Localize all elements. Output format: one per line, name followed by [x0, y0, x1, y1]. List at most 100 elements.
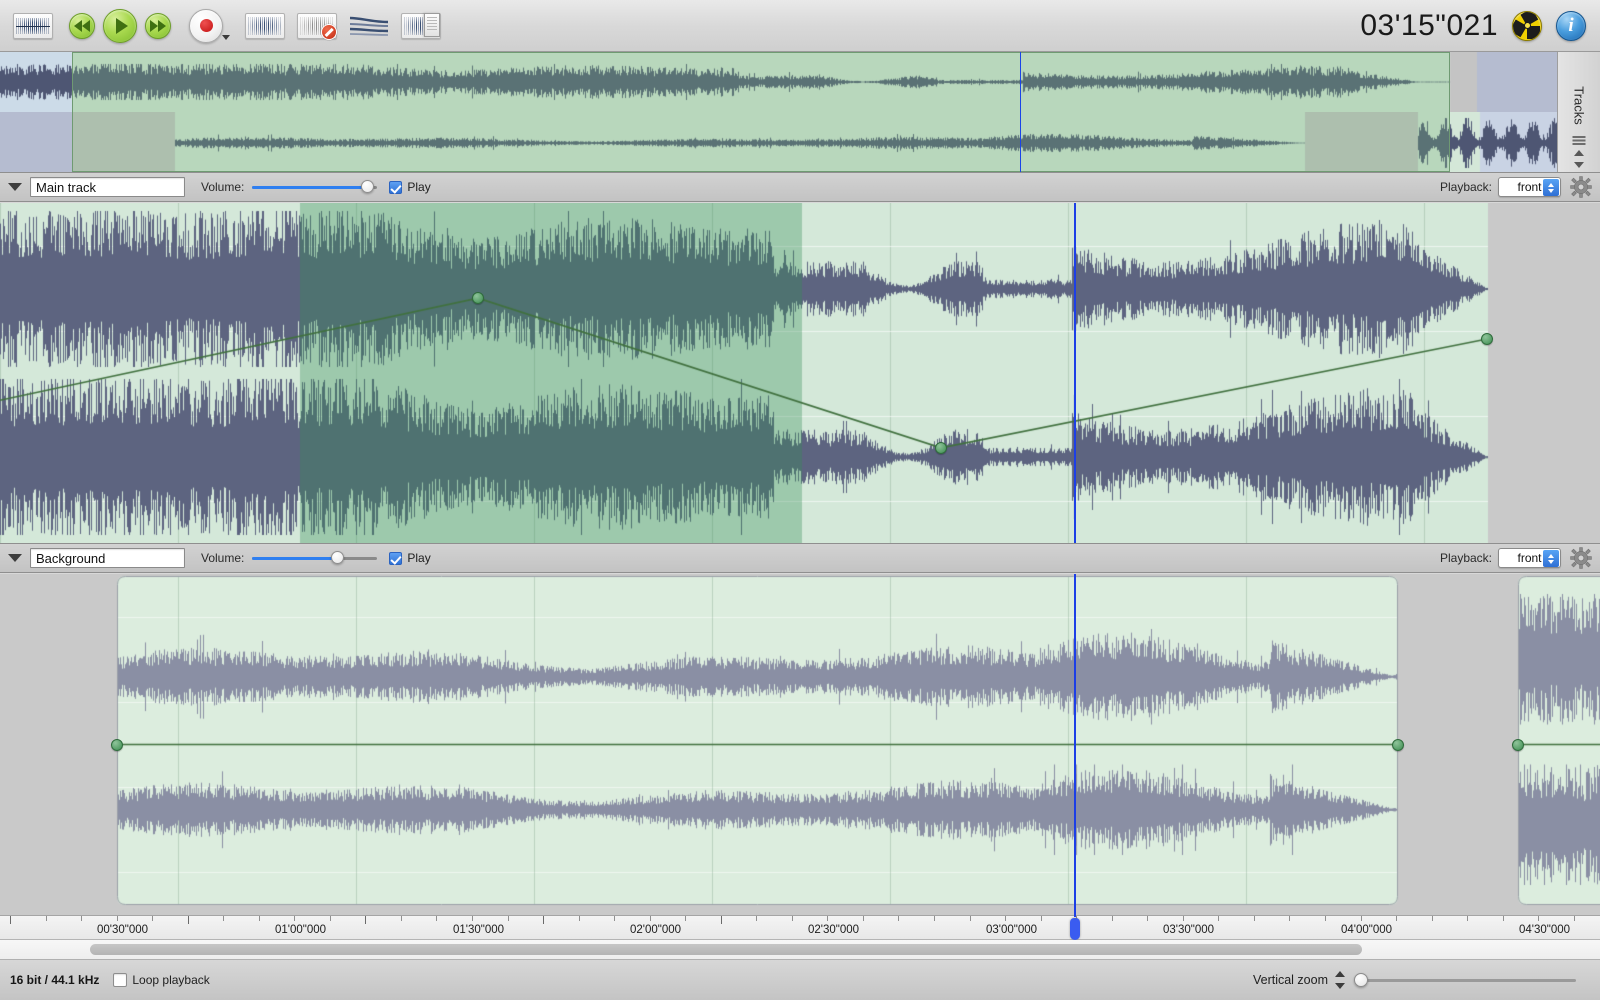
playback-label-background: Playback:	[1439, 551, 1492, 565]
ruler-minor-tick	[863, 916, 864, 921]
envelope-control-point[interactable]	[1512, 738, 1524, 751]
ruler-minor-tick	[1005, 916, 1006, 921]
ruler-minor-tick	[81, 916, 82, 921]
track-name-input-background[interactable]: Background	[30, 548, 185, 568]
playback-select-background[interactable]: front	[1498, 548, 1561, 568]
status-bar: 16 bit / 44.1 kHz Loop playback Vertical…	[0, 960, 1600, 1000]
ruler-minor-tick	[472, 916, 473, 921]
ruler-minor-tick	[756, 916, 757, 921]
play-button[interactable]	[103, 8, 137, 43]
overview-waveform-main	[0, 52, 1557, 112]
burn-disc-icon[interactable]	[1512, 10, 1542, 41]
ruler-major-tick	[10, 916, 11, 924]
info-icon[interactable]: i	[1556, 10, 1586, 41]
scroll-arrows[interactable]	[1572, 150, 1586, 168]
ruler-major-tick	[721, 916, 722, 924]
ruler-minor-tick	[1432, 916, 1433, 921]
hamburger-icon[interactable]	[1572, 136, 1586, 145]
main-toolbar: 03'15"021 i	[0, 0, 1600, 52]
prohibited-icon	[321, 23, 337, 40]
loop-playback-checkbox[interactable]	[113, 973, 128, 987]
playhead-main[interactable]	[1074, 203, 1076, 543]
envelope-control-point[interactable]	[1392, 738, 1404, 751]
chevron-updown-icon[interactable]	[1543, 179, 1559, 196]
ruler-major-tick	[365, 916, 366, 924]
ruler-minor-tick	[579, 916, 580, 921]
fade-curve-icon	[349, 13, 389, 39]
chevron-updown-icon[interactable]	[1543, 550, 1559, 567]
ruler-minor-tick	[898, 916, 899, 921]
track-waveform-main[interactable]	[0, 203, 1600, 543]
track-header-background[interactable]: Background Volume: Play Playback: front	[0, 543, 1600, 573]
playhead-marker[interactable]	[1070, 918, 1080, 940]
ruler-minor-tick	[294, 916, 295, 921]
horizontal-scrollbar[interactable]	[0, 940, 1600, 960]
ruler-minor-tick	[1218, 916, 1219, 921]
background-track-canvas[interactable]	[0, 574, 1600, 915]
record-button[interactable]	[189, 8, 230, 43]
playhead-background[interactable]	[1074, 574, 1076, 915]
ruler-minor-tick	[1503, 916, 1504, 921]
ruler-minor-tick	[1574, 916, 1575, 921]
vertical-zoom-label: Vertical zoom	[1252, 973, 1328, 987]
ruler-minor-tick	[1538, 916, 1539, 921]
fade-button[interactable]	[349, 13, 389, 39]
play-checkbox-background[interactable]	[389, 551, 403, 565]
trim-selection-button[interactable]	[245, 12, 285, 39]
ruler-time-label: 03'30"000	[1163, 924, 1215, 936]
volume-slider-background[interactable]	[252, 551, 378, 565]
ruler-time-label: 01'30"000	[453, 924, 505, 936]
ruler-minor-tick	[1183, 916, 1184, 921]
ruler-time-label: 04'00"000	[1341, 924, 1393, 936]
vertical-zoom-slider[interactable]	[1354, 973, 1576, 987]
track-header-main[interactable]: Main track Volume: Play Playback: front	[0, 172, 1600, 202]
scrollbar-thumb[interactable]	[90, 944, 1362, 955]
ruler-minor-tick	[1467, 916, 1468, 921]
ruler-minor-tick	[1112, 916, 1113, 921]
disclosure-triangle-icon[interactable]	[8, 554, 22, 562]
record-icon	[199, 19, 213, 32]
silence-selection-button[interactable]	[297, 12, 337, 40]
ruler-minor-tick	[1361, 916, 1362, 921]
ruler-minor-tick	[1254, 916, 1255, 921]
chevron-down-icon[interactable]	[222, 34, 230, 40]
ruler-time-label: 00'30"000	[97, 924, 149, 936]
gear-icon-main[interactable]	[1570, 176, 1592, 198]
fast-forward-button[interactable]	[145, 12, 171, 39]
ruler-minor-tick	[1289, 916, 1290, 921]
stepper-updown-icon[interactable]	[1334, 971, 1346, 989]
tracks-sidebar-tab[interactable]: Tracks	[1557, 52, 1600, 172]
ruler-major-tick	[543, 916, 544, 924]
gear-icon-background[interactable]	[1570, 547, 1592, 569]
envelope-control-point[interactable]	[111, 738, 123, 751]
ruler-time-label: 04'30"000	[1519, 924, 1571, 936]
track-waveform-background[interactable]	[0, 574, 1600, 915]
playback-select-main[interactable]: front	[1498, 177, 1561, 197]
ruler-minor-tick	[46, 916, 47, 921]
rewind-button[interactable]	[69, 12, 95, 39]
ruler-time-label: 02'00"000	[630, 924, 682, 936]
play-checkbox-main[interactable]	[389, 180, 403, 194]
timeline-ruler[interactable]: 00'30"000 01'00"000 01'30"000 02'00"000 02'3…	[0, 891, 1600, 940]
export-button[interactable]	[401, 12, 441, 39]
ruler-time-label: 02'30"000	[808, 924, 860, 936]
track-name-input-main[interactable]: Main track	[30, 177, 185, 197]
edit-waveform-button[interactable]	[13, 12, 53, 39]
ruler-minor-tick	[1396, 916, 1397, 921]
overview-strip[interactable]	[0, 52, 1557, 172]
main-track-canvas[interactable]	[0, 203, 1600, 543]
waveform-edit-icon	[13, 12, 53, 39]
envelope-control-point[interactable]	[1481, 333, 1493, 345]
volume-slider-main[interactable]	[252, 180, 378, 194]
envelope-control-point[interactable]	[935, 441, 947, 454]
timecode-display: 03'15"021	[1360, 8, 1498, 42]
ruler-minor-tick	[401, 916, 402, 921]
ruler-minor-tick	[1041, 916, 1042, 921]
ruler-minor-tick	[508, 916, 509, 921]
play-label-main: Play	[407, 180, 431, 194]
overview-playhead	[1020, 52, 1021, 172]
waveform-select-icon	[245, 12, 285, 39]
arrow-up-icon[interactable]	[1574, 150, 1584, 156]
arrow-down-icon[interactable]	[1574, 162, 1584, 168]
disclosure-triangle-icon[interactable]	[8, 183, 22, 191]
